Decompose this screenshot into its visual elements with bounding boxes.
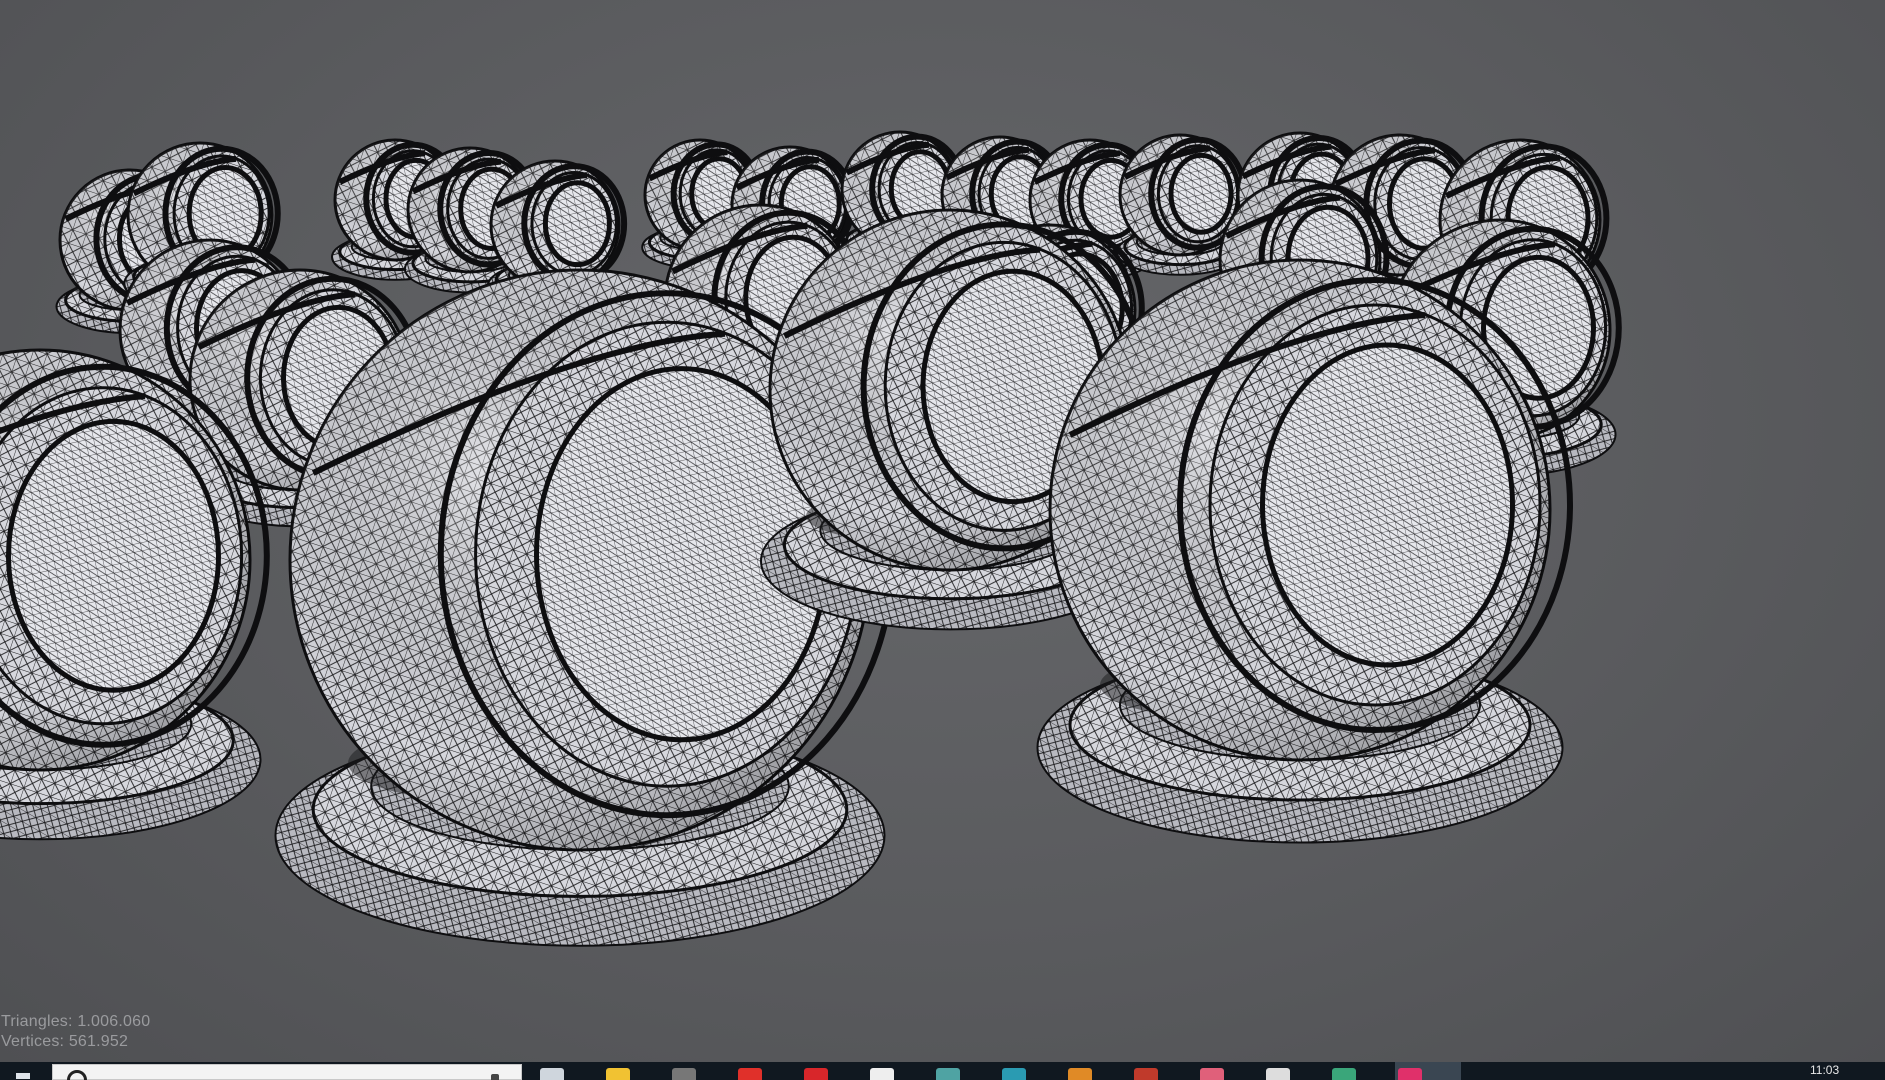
app-green-icon[interactable] bbox=[1332, 1068, 1356, 1080]
app-cyan-icon[interactable] bbox=[1002, 1068, 1026, 1080]
3d-viewport[interactable]: Triangles1.006.060 Vertices561.952 bbox=[0, 0, 1885, 1062]
app-red2-icon[interactable] bbox=[1134, 1068, 1158, 1080]
file-icon[interactable] bbox=[1266, 1068, 1290, 1080]
app-teal-icon[interactable] bbox=[936, 1068, 960, 1080]
triangles-value: 1.006.060 bbox=[77, 1013, 151, 1030]
search-icon bbox=[67, 1070, 87, 1080]
settings-icon[interactable] bbox=[672, 1068, 696, 1080]
search-box[interactable] bbox=[52, 1064, 522, 1080]
vertices-value: 561.952 bbox=[68, 1033, 129, 1050]
triangles-stat: Triangles1.006.060 bbox=[1, 1012, 150, 1032]
wireframe-scene bbox=[0, 130, 1622, 947]
app-red-icon[interactable] bbox=[804, 1068, 828, 1080]
notepad-icon[interactable] bbox=[870, 1068, 894, 1080]
app-pink-icon[interactable] bbox=[1200, 1068, 1224, 1080]
triangles-label: Triangles bbox=[1, 1013, 77, 1030]
app-orange-icon[interactable] bbox=[1068, 1068, 1092, 1080]
material-ball-43 bbox=[1036, 258, 1573, 844]
taskbar: 11:03 bbox=[0, 1062, 1885, 1080]
task-view-icon[interactable] bbox=[540, 1068, 564, 1080]
vertices-stat: Vertices561.952 bbox=[1, 1032, 150, 1052]
folder-icon[interactable] bbox=[606, 1068, 630, 1080]
opera-icon[interactable] bbox=[738, 1068, 762, 1080]
windows-logo-icon[interactable] bbox=[6, 1067, 40, 1080]
microphone-icon[interactable] bbox=[491, 1074, 499, 1080]
scene-stats: Triangles1.006.060 Vertices561.952 bbox=[1, 1012, 150, 1052]
clock[interactable]: 11:03 bbox=[1810, 1063, 1839, 1077]
vertices-label: Vertices bbox=[1, 1033, 69, 1050]
app-magenta-icon[interactable] bbox=[1398, 1068, 1422, 1080]
